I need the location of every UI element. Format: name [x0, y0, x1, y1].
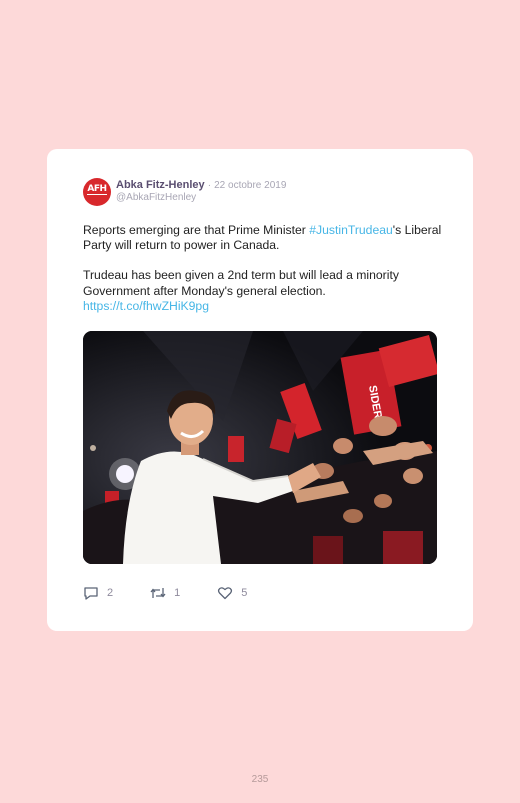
reply-count: 2	[107, 587, 114, 599]
reply-action[interactable]: 2	[83, 585, 113, 601]
tweet-paragraph-2: Trudeau has been given a 2nd term but wi…	[83, 268, 443, 314]
author-line: Abka Fitz-Henley · 22 octobre 2019	[116, 179, 286, 191]
tweet-paragraph-1: Reports emerging are that Prime Minister…	[83, 223, 443, 253]
tweet-card: AFH Abka Fitz-Henley · 22 octobre 2019 @…	[47, 149, 473, 631]
hashtag-link[interactable]: #JustinTrudeau	[309, 223, 393, 237]
tweet-photo[interactable]: SIDER	[83, 331, 437, 564]
retweet-count: 1	[174, 587, 181, 599]
author-name[interactable]: Abka Fitz-Henley	[116, 179, 205, 191]
avatar-logo-sub	[97, 195, 98, 199]
page-number: 235	[251, 774, 269, 785]
tweet-actions: 2 1 5	[83, 585, 284, 601]
like-count: 5	[241, 587, 248, 599]
text-segment: Reports emerging are that Prime Minister	[83, 223, 310, 237]
separator: ·	[207, 180, 212, 191]
retweet-icon	[150, 588, 166, 598]
heart-icon	[218, 587, 233, 600]
avatar-logo: AFH	[87, 184, 107, 195]
like-action[interactable]: 5	[217, 585, 247, 601]
text-segment: Trudeau has been given a 2nd term but wi…	[83, 268, 399, 298]
avatar[interactable]: AFH	[83, 178, 111, 206]
author-handle[interactable]: @AbkaFitzHenley	[116, 192, 196, 203]
tweet-date[interactable]: 22 octobre 2019	[214, 180, 286, 191]
tweet-text: Reports emerging are that Prime Minister…	[83, 223, 443, 314]
tweet-link[interactable]: https://t.co/fhwZHiK9pg	[83, 299, 209, 313]
speech-bubble-icon	[84, 587, 98, 600]
retweet-action[interactable]: 1	[150, 585, 180, 601]
tweet-photo-image: SIDER	[83, 331, 437, 564]
